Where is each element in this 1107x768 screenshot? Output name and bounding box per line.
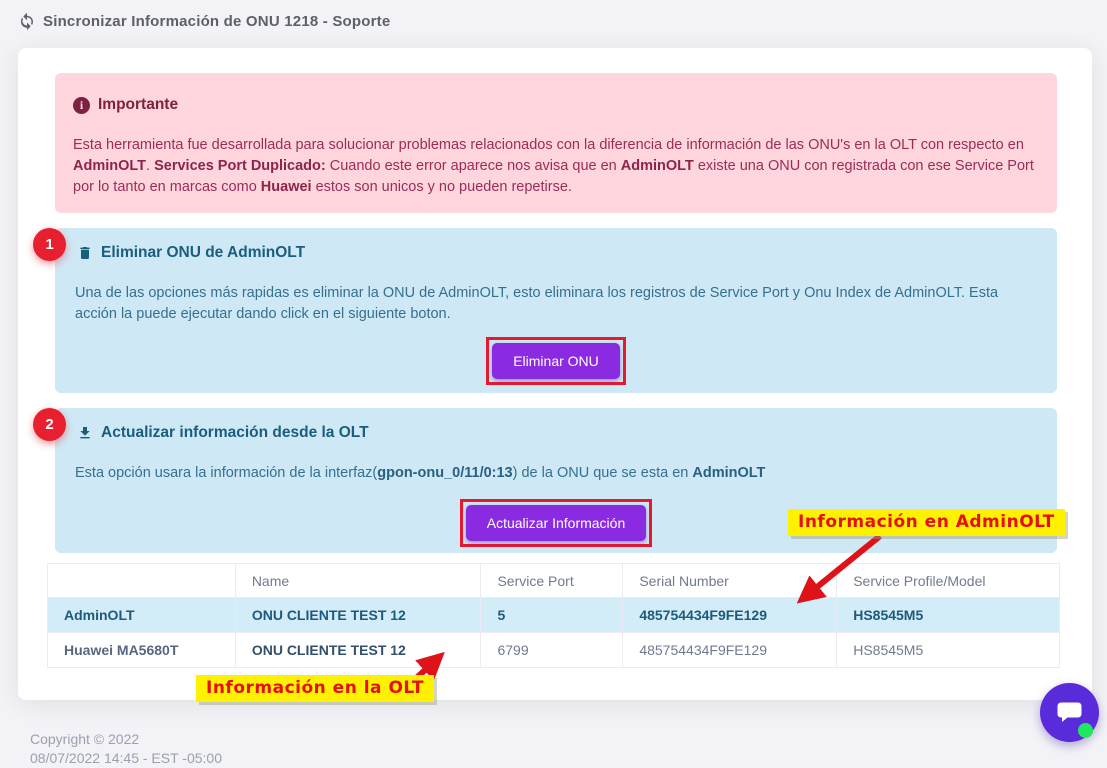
actualizar-informacion-button[interactable]: Actualizar Información: [466, 505, 647, 541]
section-2-text: Esta opción usara la información de la i…: [75, 465, 377, 481]
alert-text: Cuando este error aparece nos avisa que …: [326, 158, 621, 174]
section-1-title-row: Eliminar ONU de AdminOLT: [77, 244, 1037, 262]
alert-text: Esta herramienta fue desarrollada para s…: [73, 137, 1024, 153]
cell-serial-number: 485754434F9FE129: [623, 633, 837, 668]
step-badge-1: 1: [33, 228, 66, 261]
cell-service-port: 5: [481, 598, 623, 633]
section-2-text: ) de la ONU que se esta en: [513, 465, 693, 481]
cell-source: Huawei MA5680T: [48, 633, 236, 668]
cell-name: ONU CLIENTE TEST 12: [235, 633, 481, 668]
col-header-service-profile: Service Profile/Model: [837, 564, 1060, 598]
table-row-adminolt: AdminOLT ONU CLIENTE TEST 12 5 485754434…: [48, 598, 1060, 633]
cell-serial-number: 485754434F9FE129: [623, 598, 837, 633]
col-header-serial-number: Serial Number: [623, 564, 837, 598]
alert-text: .: [146, 158, 154, 174]
alert-text-bold: AdminOLT: [73, 158, 146, 174]
section-2-text-bold: AdminOLT: [692, 465, 765, 481]
alert-text-bold: AdminOLT: [621, 158, 694, 174]
cell-source: AdminOLT: [48, 598, 236, 633]
onu-comparison-table: Name Service Port Serial Number Service …: [47, 563, 1060, 668]
page-footer: Copyright © 2022 08/07/2022 14:45 - EST …: [30, 730, 222, 768]
online-status-dot: [1078, 723, 1093, 738]
section-2-title-row: Actualizar información desde la OLT: [77, 424, 1037, 442]
annotation-informacion-olt: Información en la OLT: [196, 675, 434, 702]
step-badge-2: 2: [33, 408, 66, 441]
section-eliminar-onu: 1 Eliminar ONU de AdminOLT Una de las op…: [55, 228, 1057, 393]
main-card: i Importante Esta herramienta fue desarr…: [18, 48, 1092, 700]
alert-text-bold: Services Port Duplicado:: [154, 158, 326, 174]
annotation-box-actualizar: Actualizar Información: [460, 499, 653, 547]
cell-service-profile: HS8545M5: [837, 633, 1060, 668]
eliminar-onu-button[interactable]: Eliminar ONU: [492, 343, 620, 379]
copyright-text: Copyright © 2022: [30, 730, 222, 749]
alert-text-bold: Huawei: [261, 179, 312, 195]
download-icon: [77, 425, 93, 441]
trash-icon: [77, 245, 93, 261]
section-2-body: Esta opción usara la información de la i…: [75, 463, 1037, 484]
col-header-source: [48, 564, 236, 598]
table-row-olt: Huawei MA5680T ONU CLIENTE TEST 12 6799 …: [48, 633, 1060, 668]
table-header-row: Name Service Port Serial Number Service …: [48, 564, 1060, 598]
alert-body: Esta herramienta fue desarrollada para s…: [73, 135, 1039, 198]
section-2-title: Actualizar información desde la OLT: [101, 424, 369, 442]
annotation-informacion-adminolt: Información en AdminOLT: [788, 509, 1065, 536]
chat-widget-button[interactable]: [1040, 683, 1099, 742]
page-header: Sincronizar Información de ONU 1218 - So…: [0, 0, 1107, 34]
alert-title: Importante: [98, 96, 178, 114]
datetime-text: 08/07/2022 14:45 - EST -05:00: [30, 749, 222, 768]
annotation-box-eliminar: Eliminar ONU: [486, 337, 626, 385]
cell-service-profile: HS8545M5: [837, 598, 1060, 633]
cell-service-port: 6799: [481, 633, 623, 668]
alert-text: estos son unicos y no pueden repetirse.: [312, 179, 572, 195]
important-alert: i Importante Esta herramienta fue desarr…: [55, 73, 1057, 213]
page-title: Sincronizar Información de ONU 1218 - So…: [43, 13, 390, 30]
col-header-service-port: Service Port: [481, 564, 623, 598]
col-header-name: Name: [235, 564, 481, 598]
interface-name: gpon-onu_0/11/0:13: [377, 465, 512, 481]
cell-name: ONU CLIENTE TEST 12: [235, 598, 481, 633]
section-1-title: Eliminar ONU de AdminOLT: [101, 244, 305, 262]
sync-icon: [18, 12, 36, 30]
alert-title-row: i Importante: [73, 96, 1039, 114]
info-icon: i: [73, 97, 90, 114]
section-1-body: Una de las opciones más rapidas es elimi…: [75, 283, 1037, 325]
